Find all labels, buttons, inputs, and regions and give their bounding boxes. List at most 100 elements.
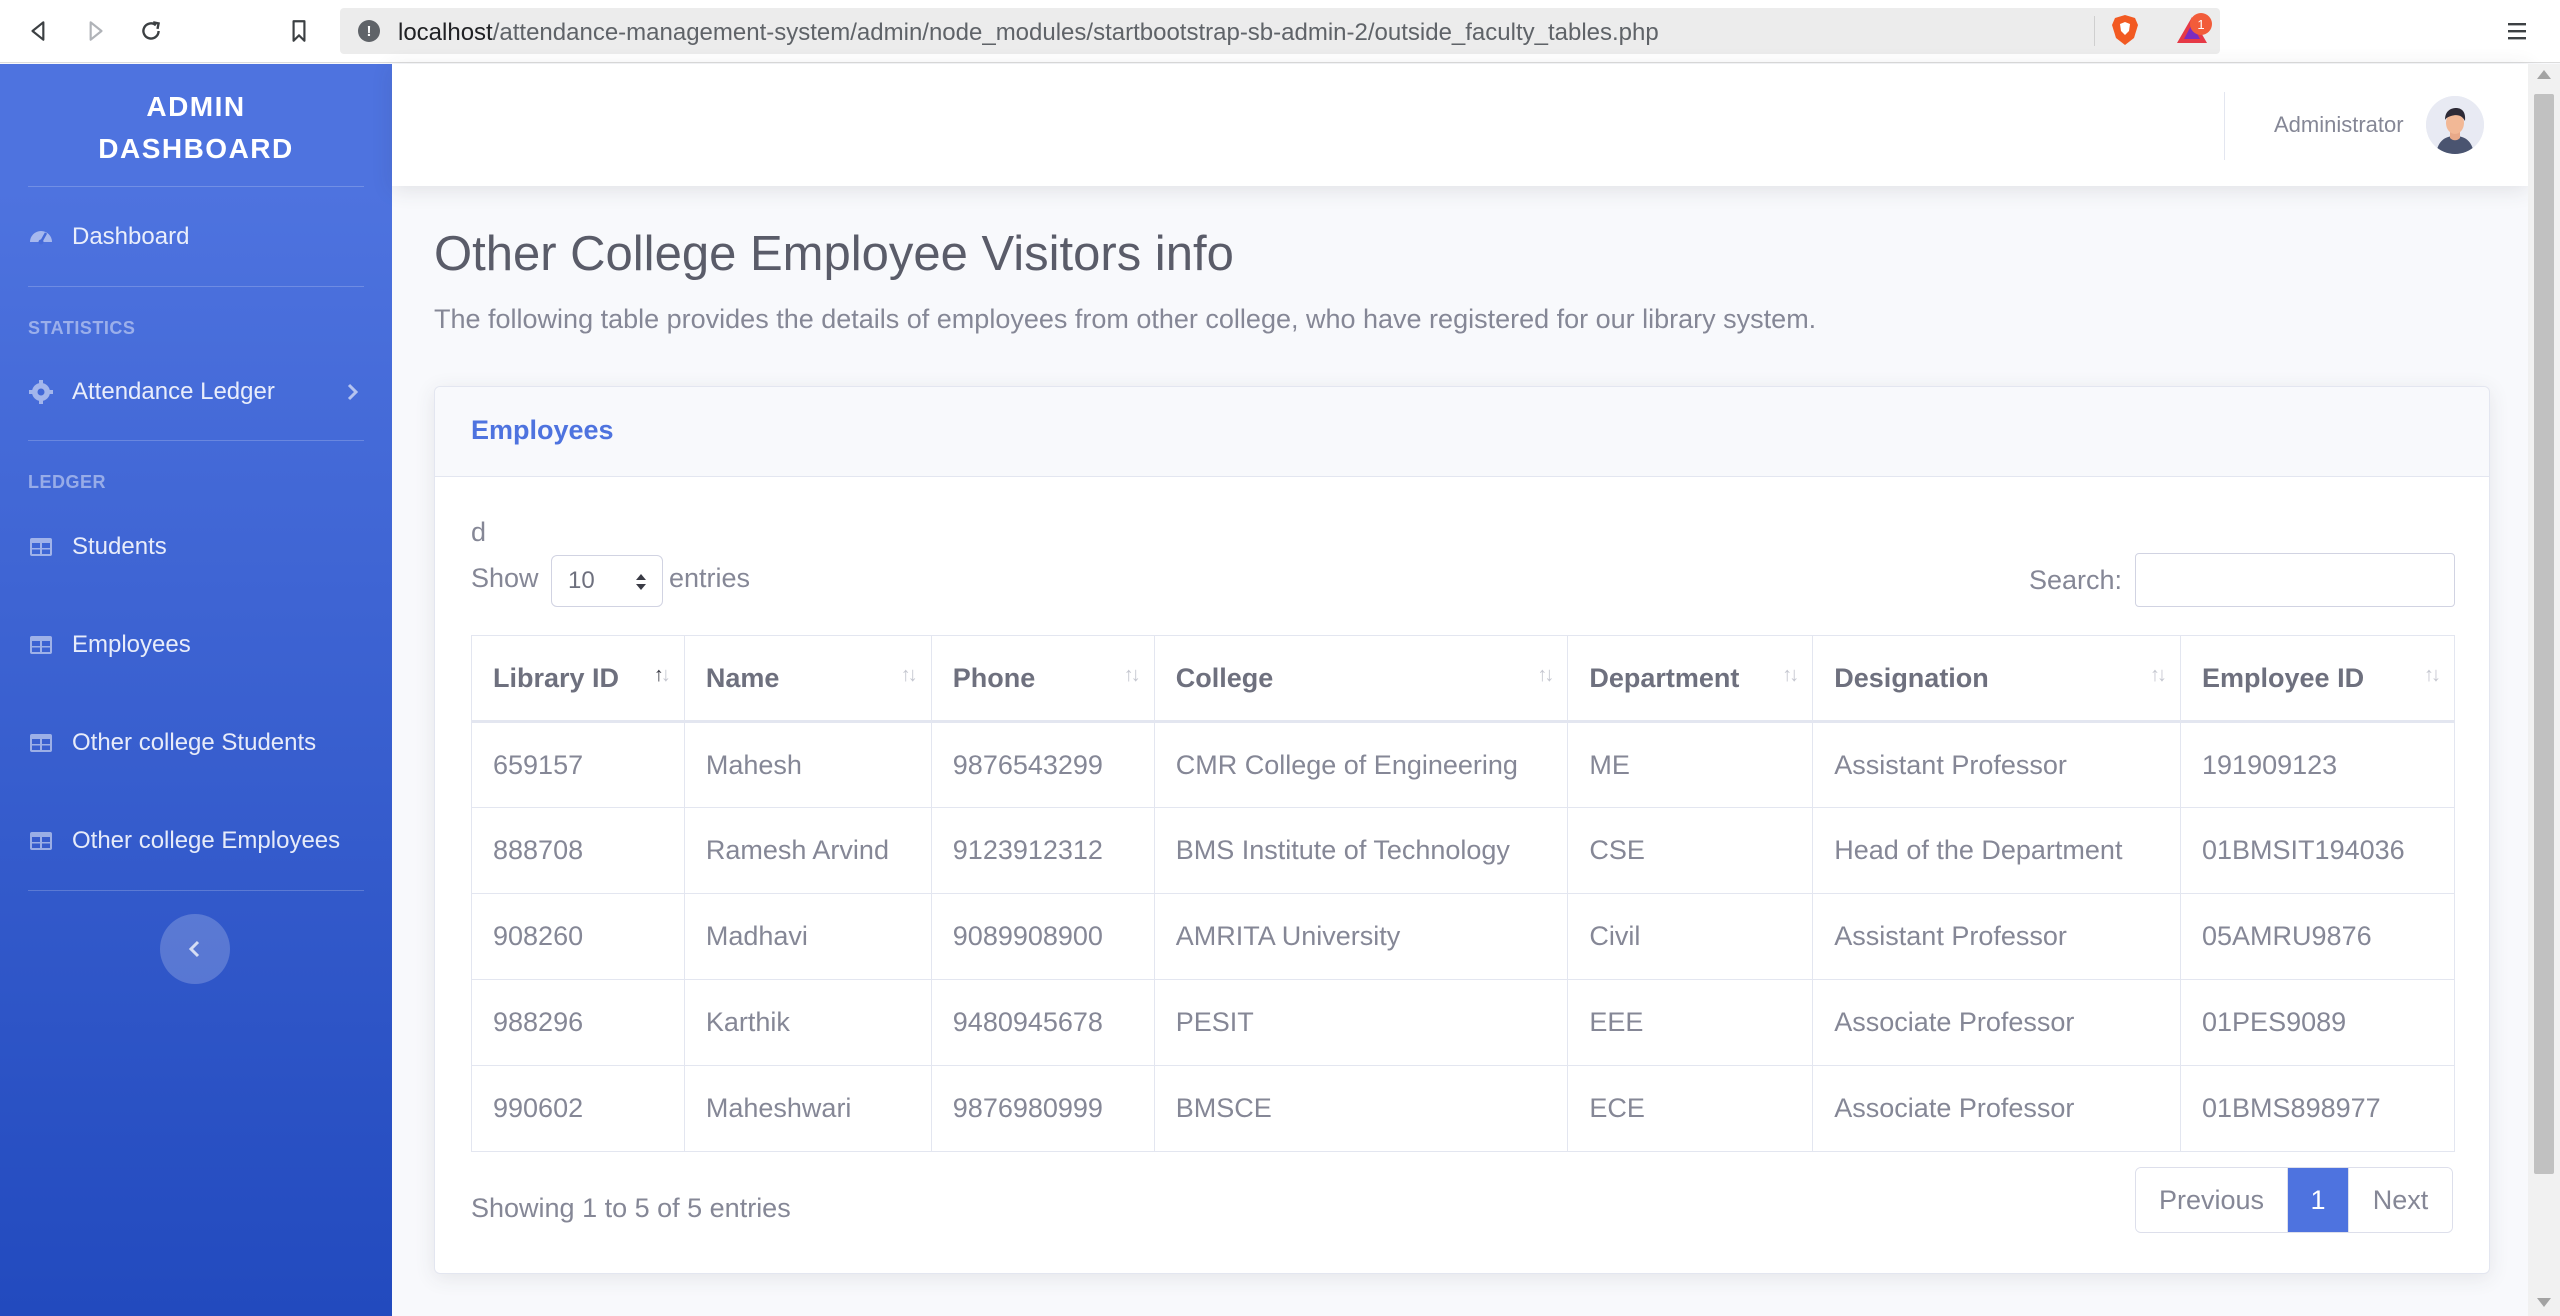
sidebar-item-attendance-ledger[interactable]: Attendance Ledger xyxy=(28,372,364,412)
table-cell: 01BMS898977 xyxy=(2180,1065,2455,1152)
table-cell: BMS Institute of Technology xyxy=(1153,807,1569,894)
table-cell: 191909123 xyxy=(2180,721,2455,808)
column-header-library-id[interactable]: Library ID ↑↓ xyxy=(471,635,685,723)
sidebar-toggle-button[interactable] xyxy=(160,914,230,984)
sort-icon: ↑↓ xyxy=(1537,664,1554,686)
topbar-divider xyxy=(2224,92,2225,160)
tachometer-icon xyxy=(28,224,54,250)
page-length-select[interactable]: 10 xyxy=(551,555,663,607)
site-info-icon[interactable]: ! xyxy=(358,20,380,42)
brand-line-2: DASHBOARD xyxy=(98,133,294,164)
table-cell: 659157 xyxy=(471,721,685,808)
menu-icon[interactable] xyxy=(2502,16,2532,46)
table-cell: ECE xyxy=(1567,1065,1814,1152)
sidebar-brand[interactable]: ADMIN DASHBOARD xyxy=(0,86,392,170)
sort-icon: ↑↓ xyxy=(900,664,918,686)
table-icon xyxy=(28,828,54,854)
sidebar-item-students[interactable]: Students xyxy=(28,527,364,567)
sidebar-item-label: Other college Employees xyxy=(72,827,341,854)
previous-page-button[interactable]: Previous xyxy=(2136,1168,2288,1232)
bookmark-icon[interactable] xyxy=(282,14,316,48)
column-header-designation[interactable]: Designation ↑↓ xyxy=(1812,635,2182,723)
stray-text: d xyxy=(471,517,487,547)
table-cell: CSE xyxy=(1567,807,1814,894)
address-bar[interactable]: ! localhost/attendance-management-system… xyxy=(340,8,2220,54)
column-label: Name xyxy=(705,662,780,693)
brave-shield-icon[interactable] xyxy=(2110,14,2140,46)
sort-ascending-icon: ↑↓ xyxy=(653,664,671,686)
sidebar-item-label: Dashboard xyxy=(72,223,190,250)
column-header-phone[interactable]: Phone ↑↓ xyxy=(930,635,1155,723)
cog-icon xyxy=(28,379,54,405)
card-title: Employees xyxy=(471,415,614,445)
table-cell: Associate Professor xyxy=(1812,979,2182,1066)
sort-icon: ↑↓ xyxy=(1123,664,1141,686)
search-input[interactable] xyxy=(2135,553,2455,607)
select-arrows-icon xyxy=(636,574,646,590)
table-icon xyxy=(28,534,54,560)
avatar[interactable] xyxy=(2426,96,2484,154)
scrollbar-thumb[interactable] xyxy=(2534,94,2554,1174)
table-cell: 05AMRU9876 xyxy=(2180,893,2455,980)
employees-table: Library ID ↑↓ Name ↑↓ Phone ↑↓ College ↑↓ De… xyxy=(471,635,2455,1152)
column-label: Department xyxy=(1589,662,1740,693)
sidebar-item-label: Students xyxy=(72,533,167,560)
page-1-button[interactable]: 1 xyxy=(2288,1168,2348,1232)
table-cell: 888708 xyxy=(471,807,685,894)
sidebar-item-label: Other college Students xyxy=(72,729,317,756)
table-cell: Associate Professor xyxy=(1812,1065,2182,1152)
table-cell: Civil xyxy=(1567,893,1814,980)
search-label: Search: xyxy=(2029,565,2123,595)
table-cell: 9876980999 xyxy=(930,1065,1155,1152)
table-cell: PESIT xyxy=(1153,979,1569,1066)
column-label: Phone xyxy=(952,662,1036,693)
sidebar-item-other-college-students[interactable]: Other college Students xyxy=(28,723,364,763)
table-cell: Assistant Professor xyxy=(1812,893,2182,980)
sidebar-item-other-college-employees[interactable]: Other college Employees xyxy=(28,821,364,861)
table-header-row: Library ID ↑↓ Name ↑↓ Phone ↑↓ College ↑↓ De… xyxy=(471,635,2455,723)
sidebar-item-employees[interactable]: Employees xyxy=(28,625,364,665)
card-header: Employees xyxy=(435,387,2489,477)
table-cell: Mahesh xyxy=(683,721,932,808)
column-label: College xyxy=(1175,662,1274,693)
table-cell: 9089908900 xyxy=(930,893,1155,980)
scroll-down-icon[interactable] xyxy=(2537,1298,2551,1307)
brand-line-1: ADMIN xyxy=(146,91,246,122)
forward-icon[interactable] xyxy=(78,14,112,48)
sidebar-item-label: Attendance Ledger xyxy=(72,378,275,405)
table-row: 990602 Maheshwari 9876980999 BMSCE ECE A… xyxy=(471,1065,2455,1152)
table-cell: 9480945678 xyxy=(930,979,1155,1066)
table-cell: 988296 xyxy=(471,979,685,1066)
sidebar-heading-statistics: STATISTICS xyxy=(28,318,136,338)
scroll-up-icon[interactable] xyxy=(2537,70,2551,79)
table-cell: 9876543299 xyxy=(930,721,1155,808)
column-header-name[interactable]: Name ↑↓ xyxy=(683,635,932,723)
sidebar-divider xyxy=(28,890,364,891)
sort-icon: ↑↓ xyxy=(2424,664,2441,686)
page-title: Other College Employee Visitors info xyxy=(434,227,1234,281)
next-page-button[interactable]: Next xyxy=(2348,1168,2452,1232)
sort-icon: ↑↓ xyxy=(2150,664,2167,686)
column-header-college[interactable]: College ↑↓ xyxy=(1153,635,1569,723)
table-icon xyxy=(28,730,54,756)
table-row: 908260 Madhavi 9089908900 AMRITA Univers… xyxy=(471,893,2455,980)
sort-icon: ↑↓ xyxy=(1782,664,1799,686)
table-icon xyxy=(28,632,54,658)
user-name[interactable]: Administrator xyxy=(2274,112,2404,138)
column-header-department[interactable]: Department ↑↓ xyxy=(1567,635,1814,723)
sidebar-item-label: Employees xyxy=(72,631,191,658)
table-cell: Head of the Department xyxy=(1812,807,2182,894)
notification-badge: 1 xyxy=(2190,13,2212,35)
reload-icon[interactable] xyxy=(134,14,168,48)
table-cell: 01PES9089 xyxy=(2180,979,2455,1066)
table-cell: 01BMSIT194036 xyxy=(2180,807,2455,894)
table-cell: Madhavi xyxy=(683,893,932,980)
back-icon[interactable] xyxy=(22,14,56,48)
show-label: Show xyxy=(471,563,539,593)
column-header-employee-id[interactable]: Employee ID ↑↓ xyxy=(2180,635,2455,723)
entries-label: entries xyxy=(669,563,751,593)
sidebar-item-dashboard[interactable]: Dashboard xyxy=(28,217,364,257)
column-label: Designation xyxy=(1834,662,1989,693)
table-cell: ME xyxy=(1567,721,1814,808)
sidebar: ADMIN DASHBOARD Dashboard STATISTICS Att… xyxy=(0,64,392,1316)
